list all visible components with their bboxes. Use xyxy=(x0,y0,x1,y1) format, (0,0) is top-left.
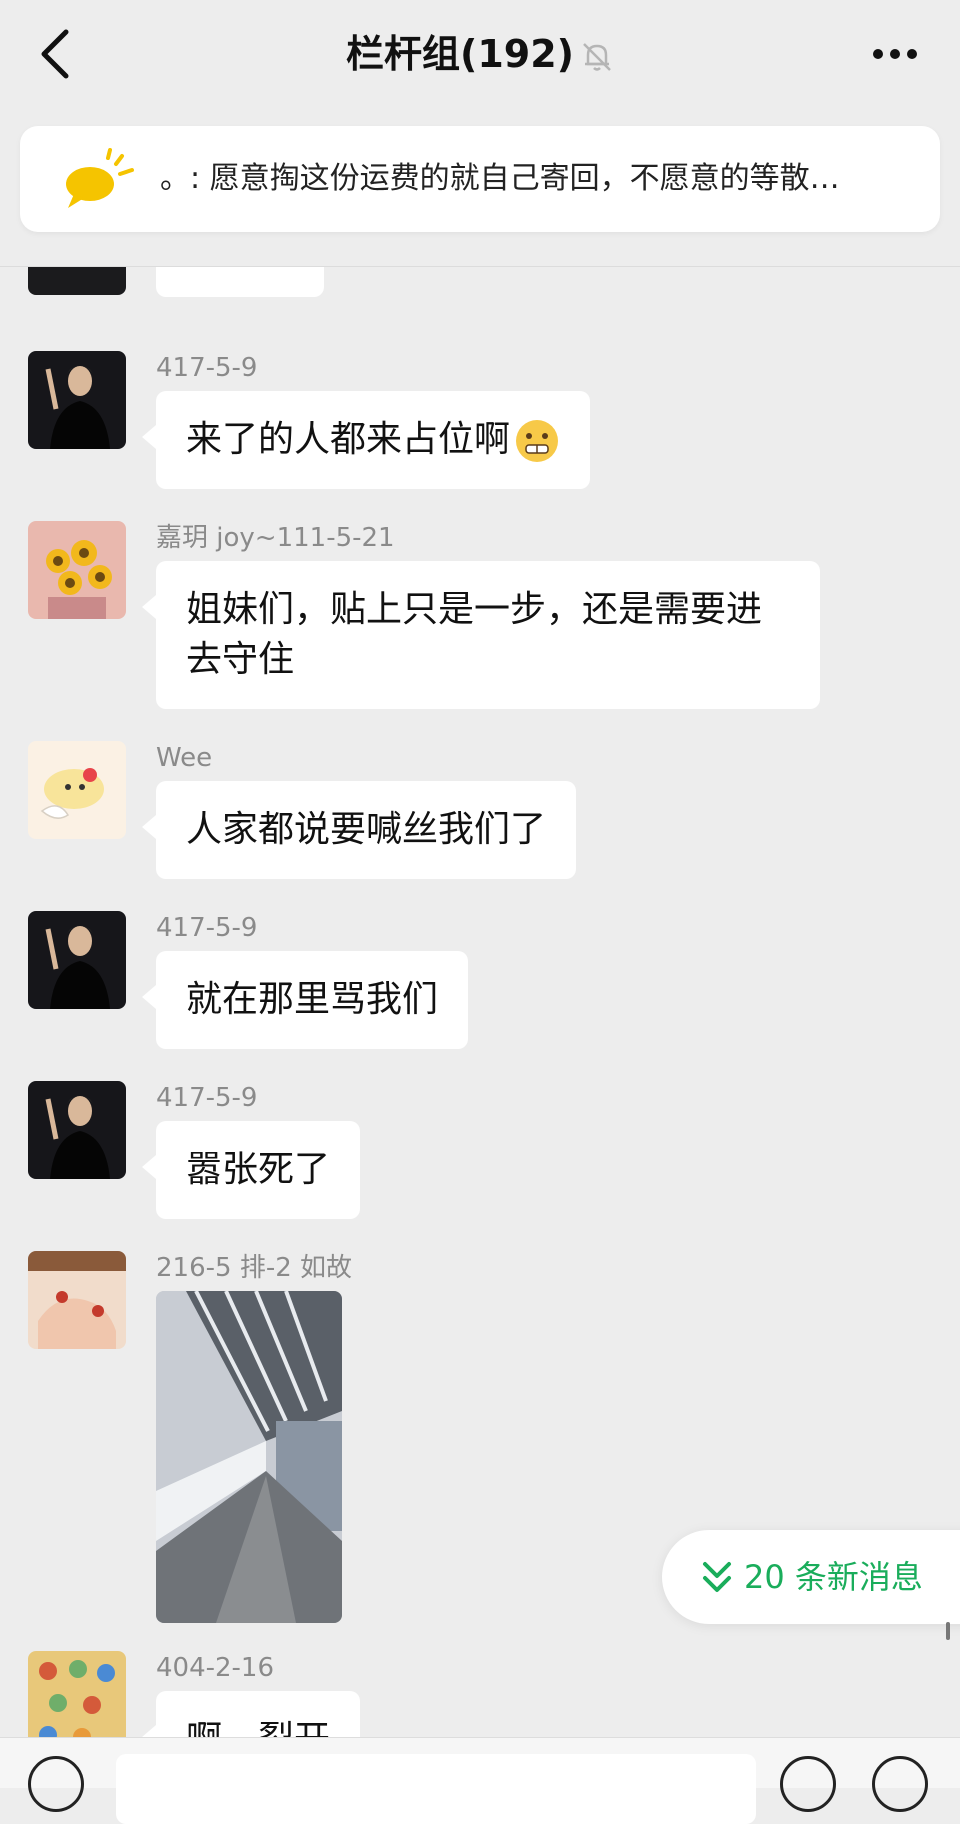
chat-title: 栏杆组(192) xyxy=(345,32,575,76)
chat-message-list[interactable]: 主盘巴 417-5-9 来了的人都来占位啊 xyxy=(0,267,960,1737)
double-chevron-down-icon xyxy=(703,1562,731,1592)
avatar-image xyxy=(28,1081,126,1179)
more-options-button[interactable] xyxy=(870,36,920,72)
message-bubble[interactable]: 啊，裂开 xyxy=(141,1691,361,1737)
more-actions-button[interactable] xyxy=(872,1756,928,1812)
chat-header: 栏杆组(192) xyxy=(0,0,960,108)
photo-message[interactable] xyxy=(156,1291,342,1623)
announcement-text: 。: 愿意掏这份运费的就自己寄回，不愿意的等散… xyxy=(160,161,840,196)
avatar[interactable] xyxy=(28,521,126,619)
message-bubble[interactable]: 人家都说要喊丝我们了 xyxy=(141,781,577,879)
avatar[interactable] xyxy=(28,1651,126,1737)
chat-title-wrap: 栏杆组(192) xyxy=(0,26,960,82)
group-announcement[interactable]: 。: 愿意掏这份运费的就自己寄回，不愿意的等散… xyxy=(20,126,940,232)
message-bubble[interactable]: 姐妹们，贴上只是一步，还是需要进去守住 xyxy=(142,561,820,709)
sender-name: 404-2-16 xyxy=(156,1653,275,1683)
avatar-image xyxy=(28,351,126,449)
avatar-image xyxy=(28,911,126,1009)
avatar[interactable] xyxy=(28,1251,126,1349)
avatar[interactable] xyxy=(28,351,126,449)
scrollbar[interactable] xyxy=(946,1622,950,1640)
sender-name: 216-5 排-2 如故 xyxy=(156,1253,353,1283)
new-messages-button[interactable]: 20 条新消息 xyxy=(662,1530,960,1624)
avatar[interactable] xyxy=(28,1081,126,1179)
message-text: 来了的人都来占位啊 xyxy=(186,419,511,460)
avatar[interactable] xyxy=(28,267,126,295)
sender-name: 嘉玥 joy~111-5-21 xyxy=(156,523,395,553)
input-bar xyxy=(0,1737,960,1824)
message-bubble[interactable]: 就在那里骂我们 xyxy=(141,951,469,1049)
avatar-image xyxy=(28,741,126,839)
announcement-speech-icon xyxy=(66,148,134,208)
avatar-image xyxy=(28,521,126,619)
sender-name: 417-5-9 xyxy=(156,353,258,383)
message-bubble[interactable]: 嚣张死了 xyxy=(141,1121,361,1219)
message-input[interactable] xyxy=(116,1754,756,1824)
new-messages-label: 20 条新消息 xyxy=(744,1558,923,1596)
mute-bell-icon xyxy=(583,42,611,71)
sender-name: 417-5-9 xyxy=(156,1083,258,1113)
voice-input-button[interactable] xyxy=(28,1756,84,1812)
avatar[interactable] xyxy=(28,741,126,839)
message-bubble[interactable]: 来了的人都来占位啊 xyxy=(141,391,591,489)
avatar-image xyxy=(28,1251,126,1349)
message-bubble[interactable]: 主盘巴 xyxy=(156,267,325,297)
emoji-button[interactable] xyxy=(780,1756,836,1812)
photo-image xyxy=(156,1291,342,1623)
sender-name: Wee xyxy=(156,743,213,773)
more-dots-icon xyxy=(873,49,917,59)
grimace-emoji-icon xyxy=(516,420,559,462)
sender-name: 417-5-9 xyxy=(156,913,258,943)
avatar[interactable] xyxy=(28,911,126,1009)
avatar-image xyxy=(28,1651,126,1737)
